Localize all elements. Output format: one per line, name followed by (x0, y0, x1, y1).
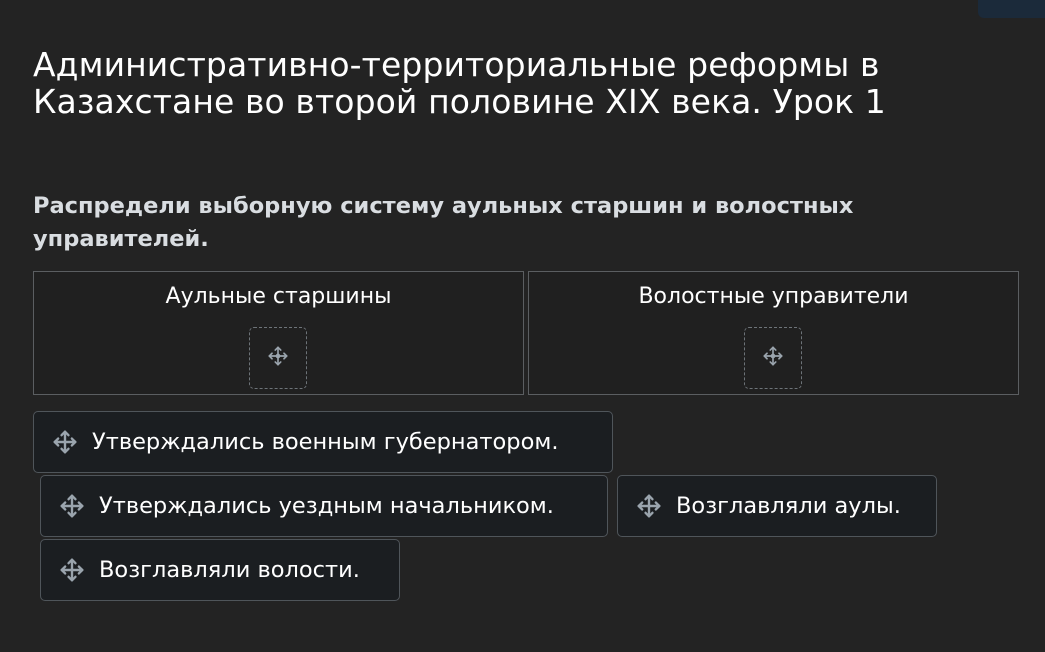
move-arrows-icon (52, 429, 78, 455)
move-arrows-icon (636, 493, 662, 519)
card-label: Утверждались уездным начальником. (99, 493, 554, 519)
card-label: Утверждались военным губернатором. (92, 429, 559, 455)
top-right-corner-widget (978, 0, 1045, 18)
draggable-card[interactable]: Утверждались военным губернатором. (33, 411, 613, 473)
drop-zone-aul-elders[interactable]: Аульные старшины (33, 271, 524, 395)
page-title: Административно-территориальные реформы … (33, 45, 886, 121)
drop-target[interactable] (744, 327, 802, 389)
card-label: Возглавляли волости. (99, 557, 360, 583)
draggable-card[interactable]: Возглавляли волости. (40, 539, 400, 601)
drop-zone-label: Волостные управители (638, 284, 909, 309)
drop-zone-volost-governors[interactable]: Волостные управители (528, 271, 1019, 395)
move-arrows-icon (59, 557, 85, 583)
card-label: Возглавляли аулы. (676, 493, 901, 519)
move-arrows-icon (762, 345, 784, 371)
draggable-card[interactable]: Утверждались уездным начальником. (40, 475, 608, 537)
move-arrows-icon (59, 493, 85, 519)
drop-target[interactable] (249, 327, 307, 389)
drop-zone-label: Аульные старшины (165, 284, 392, 309)
move-arrows-icon (267, 345, 289, 371)
question-text: Распредели выборную систему аульных стар… (33, 193, 854, 252)
draggable-card[interactable]: Возглавляли аулы. (617, 475, 937, 537)
